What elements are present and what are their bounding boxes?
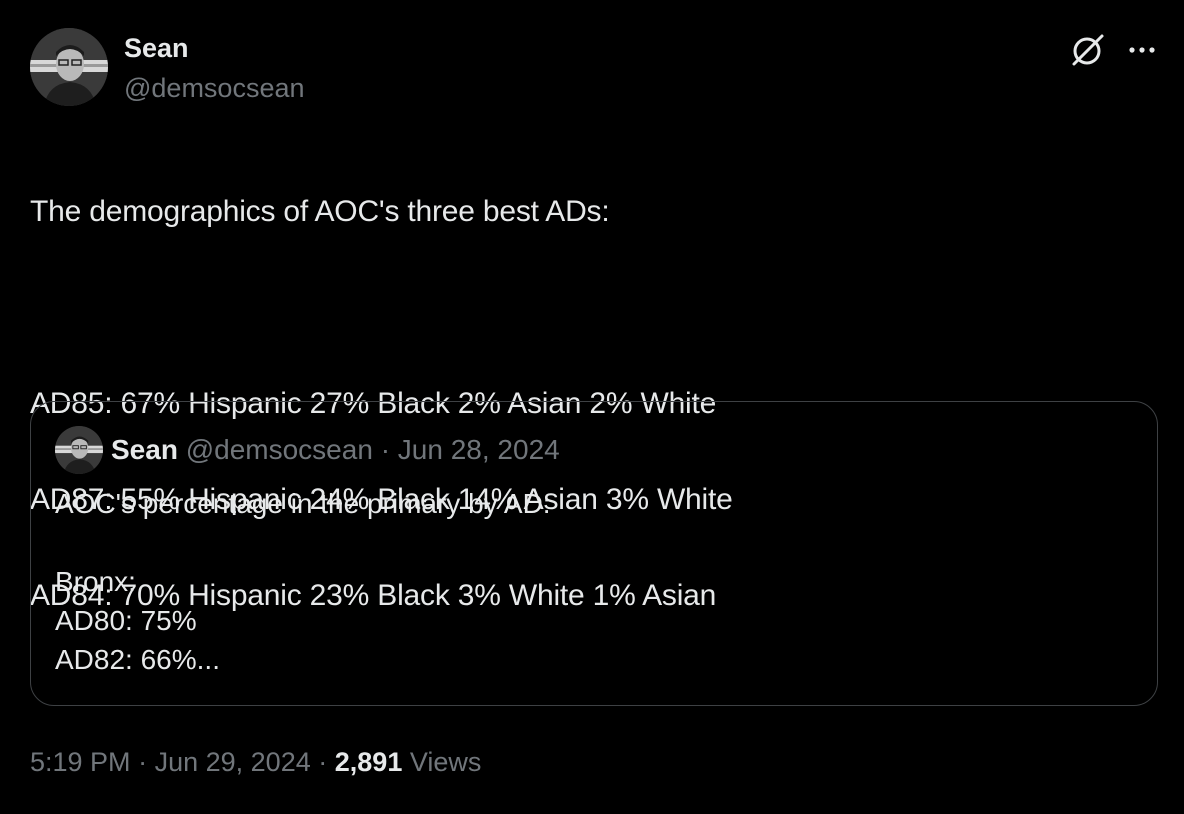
quoted-author-avatar [55, 426, 103, 474]
tweet-date[interactable]: Jun 29, 2024 [155, 747, 311, 777]
tweet-meta: 5:19 PM · Jun 29, 2024 · 2,891 Views [30, 742, 481, 782]
quoted-text-line [55, 523, 1125, 562]
quoted-text-line: AD80: 75% [55, 605, 197, 636]
quoted-author-name: Sean [111, 434, 178, 465]
quoted-tweet[interactable]: Sean @demsocsean · Jun 28, 2024 AOC's pe… [30, 401, 1158, 706]
quoted-text-line: AOC's percentage in the primary by AD: [55, 488, 551, 519]
quoted-text-line: AD82: 66%... [55, 644, 220, 675]
quoted-date: Jun 28, 2024 [397, 434, 560, 465]
quoted-text-line: Bronx: [55, 566, 136, 597]
quoted-tweet-text: AOC's percentage in the primary by AD: B… [55, 484, 1125, 679]
more-horizontal-icon[interactable] [1124, 32, 1160, 68]
quoted-separator: · [380, 434, 391, 465]
author-name[interactable]: Sean [124, 30, 189, 66]
meta-separator: · [138, 747, 148, 777]
quoted-author-handle: @demsocsean [185, 434, 373, 465]
tweet-time[interactable]: 5:19 PM [30, 747, 131, 777]
quoted-tweet-header: Sean @demsocsean · Jun 28, 2024 [111, 432, 560, 468]
grok-icon[interactable] [1068, 30, 1108, 70]
views-label: Views [409, 747, 482, 777]
tweet: Sean @demsocsean The demographics of AOC… [0, 0, 1184, 814]
author-avatar[interactable] [30, 28, 108, 106]
tweet-text-line: The demographics of AOC's three best ADs… [30, 195, 610, 228]
meta-separator: · [318, 747, 328, 777]
tweet-text-line [30, 284, 1150, 332]
author-handle[interactable]: @demsocsean [124, 70, 305, 106]
views-count: 2,891 [334, 747, 403, 777]
